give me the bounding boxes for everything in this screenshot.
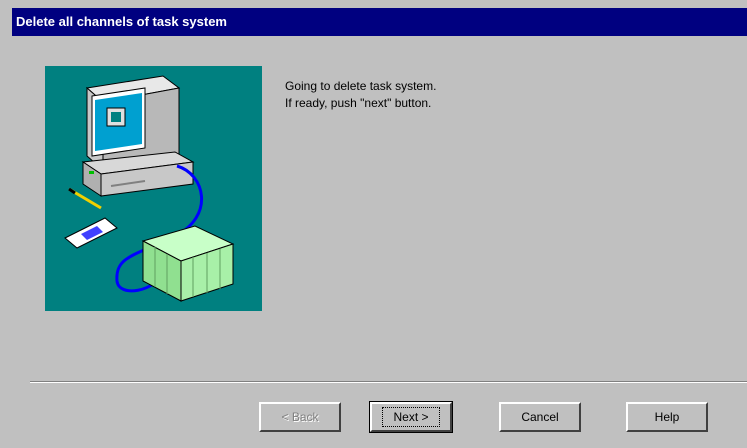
wizard-dialog: Delete all channels of task system Going… xyxy=(0,0,747,448)
help-button-label: Help xyxy=(654,410,680,424)
wizard-illustration xyxy=(45,66,262,311)
dialog-title: Delete all channels of task system xyxy=(16,14,227,29)
wizard-message: Going to delete task system. If ready, p… xyxy=(285,78,436,112)
button-separator xyxy=(30,381,747,383)
message-line-1: Going to delete task system. xyxy=(285,79,437,93)
card-icon xyxy=(64,217,118,249)
back-button[interactable]: < Back xyxy=(259,402,341,432)
cancel-button-label: Cancel xyxy=(521,410,559,424)
cancel-button[interactable]: Cancel xyxy=(499,402,581,432)
computer-plc-illustration xyxy=(64,75,235,302)
help-button[interactable]: Help xyxy=(626,402,708,432)
next-button[interactable]: Next > xyxy=(369,401,453,433)
next-button-label: Next > xyxy=(382,407,440,427)
back-button-label: < Back xyxy=(281,410,319,424)
plc-icon xyxy=(141,225,235,302)
dialog-title-bar: Delete all channels of task system xyxy=(12,8,747,36)
message-line-2: If ready, push "next" button. xyxy=(285,96,432,110)
